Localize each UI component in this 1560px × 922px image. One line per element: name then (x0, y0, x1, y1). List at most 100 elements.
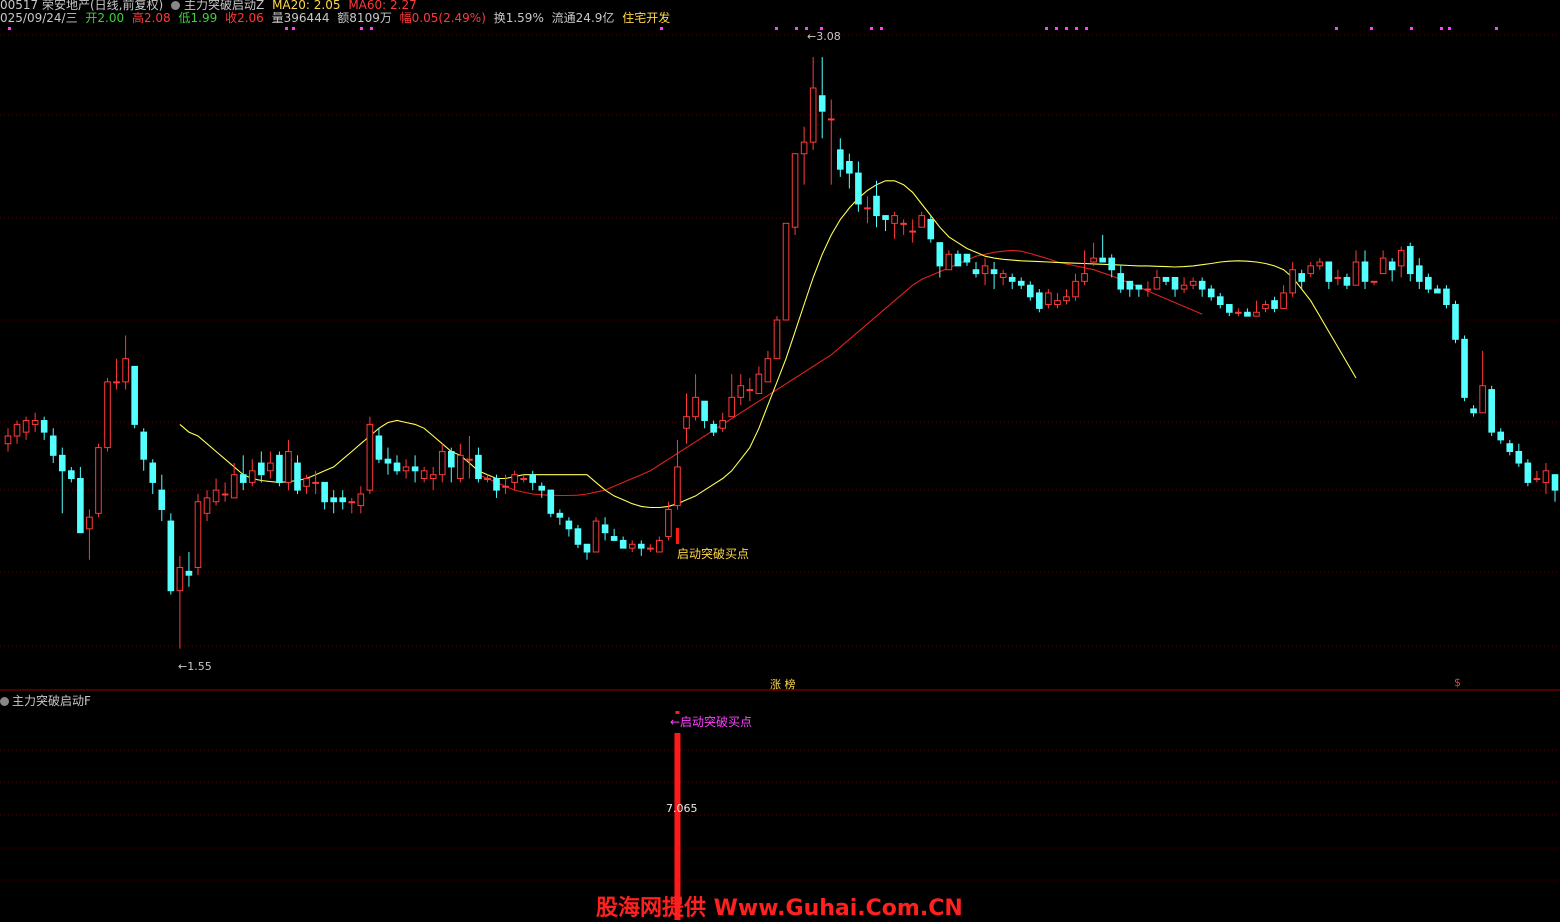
candle-body (619, 539, 627, 549)
candle-body (1443, 288, 1450, 306)
candle-body (692, 396, 699, 418)
candle-body (1434, 288, 1441, 294)
candle-body (140, 431, 148, 460)
candle-body (1470, 408, 1477, 414)
candle-body (972, 269, 980, 275)
high-label: 高2.08 (131, 11, 171, 25)
candle-body (1352, 261, 1360, 286)
low-label: 低1.99 (178, 11, 218, 25)
candle-body (855, 172, 862, 205)
magenta-marker (1410, 27, 1413, 30)
candle-body (665, 508, 672, 538)
low-price-label: ←1.55 (178, 660, 212, 673)
candle-body (285, 450, 292, 483)
candle-body (809, 87, 817, 143)
candle-body (113, 381, 120, 384)
sector-label[interactable]: 住宅开发 (622, 11, 670, 25)
candle-body (447, 450, 455, 468)
candle-body (68, 470, 75, 480)
candle-body (1334, 276, 1342, 279)
candle-body (176, 566, 184, 592)
candle-body (773, 319, 781, 360)
candle-body (683, 416, 690, 429)
candle-body (212, 489, 220, 503)
candle-body (1126, 280, 1134, 290)
candle-body (1045, 292, 1052, 306)
candle-body (158, 489, 166, 510)
open-label: 开2.00 (85, 11, 125, 25)
candle-body (538, 485, 546, 491)
candle-body (484, 478, 491, 481)
candle-body (818, 95, 826, 112)
magenta-marker (8, 27, 11, 30)
change-label: 幅0.05(2.49%) (399, 11, 486, 25)
candle-body (746, 389, 754, 392)
turnover-label: 换1.59% (493, 11, 544, 25)
candle-body (1072, 280, 1079, 298)
candle-body (1207, 288, 1215, 298)
sub-panel-title[interactable]: 主力突破启动F (0, 692, 91, 709)
candle-body (348, 501, 356, 504)
candle-body (239, 474, 247, 483)
candle-body (999, 273, 1007, 278)
candle-body (601, 524, 609, 534)
candle-body (1379, 257, 1387, 275)
candle-body (457, 454, 464, 480)
candle-body (1289, 269, 1296, 294)
candle-body (1036, 292, 1043, 309)
candle-body (520, 478, 527, 481)
candle-body (13, 423, 21, 437)
candle-body (1388, 261, 1396, 271)
magenta-marker (880, 27, 883, 30)
candle-body (294, 462, 301, 491)
candle-body (882, 215, 889, 220)
candle-body (357, 493, 365, 507)
candle-body (737, 385, 745, 398)
candle-body (1135, 284, 1143, 290)
candle-body (131, 365, 138, 425)
candle-body (1171, 276, 1179, 290)
candle-body (574, 528, 582, 545)
candle-body (1262, 304, 1269, 309)
magenta-marker (1045, 27, 1048, 30)
candle-body (438, 450, 446, 476)
zhang-badge[interactable]: 涨 榜 (770, 676, 796, 692)
candle-body (981, 265, 989, 275)
magenta-marker (1085, 27, 1088, 30)
candle-body (1461, 338, 1468, 398)
float-mv-label: 流通24.9亿 (551, 11, 615, 25)
candle-body (104, 381, 111, 449)
candle-body (1216, 296, 1224, 306)
candle-body (122, 358, 129, 383)
candle-body (1117, 273, 1125, 290)
magenta-marker (1335, 27, 1338, 30)
candle-body (954, 253, 962, 267)
grid-lines (0, 34, 1560, 881)
candle-body (303, 478, 310, 487)
candle-body (429, 474, 437, 480)
signal-layer (8, 27, 1498, 920)
candle-body (628, 543, 636, 549)
candle-body (312, 481, 319, 484)
settings-icon[interactable] (0, 697, 9, 706)
high-price-label: ←3.08 (807, 30, 841, 43)
candle-body (728, 396, 736, 418)
candle-body (493, 478, 500, 491)
magenta-marker (795, 27, 798, 30)
candle-body (1506, 443, 1514, 452)
high-price-value: 3.08 (816, 30, 841, 43)
candle-body (583, 543, 591, 553)
candle-body (1026, 284, 1034, 298)
candle-body (529, 474, 537, 483)
candle-body (95, 447, 102, 514)
candle-body (411, 466, 419, 472)
candle-body (1198, 280, 1206, 290)
candle-body (1226, 304, 1233, 313)
low-price-value: 1.55 (187, 660, 212, 673)
sub-panel-title-text: 主力突破启动F (12, 694, 91, 708)
candle-body (800, 141, 808, 155)
stock-chart[interactable] (0, 0, 1560, 920)
candle-body (963, 253, 971, 263)
candle-body (258, 462, 265, 476)
candle-body (167, 520, 175, 592)
